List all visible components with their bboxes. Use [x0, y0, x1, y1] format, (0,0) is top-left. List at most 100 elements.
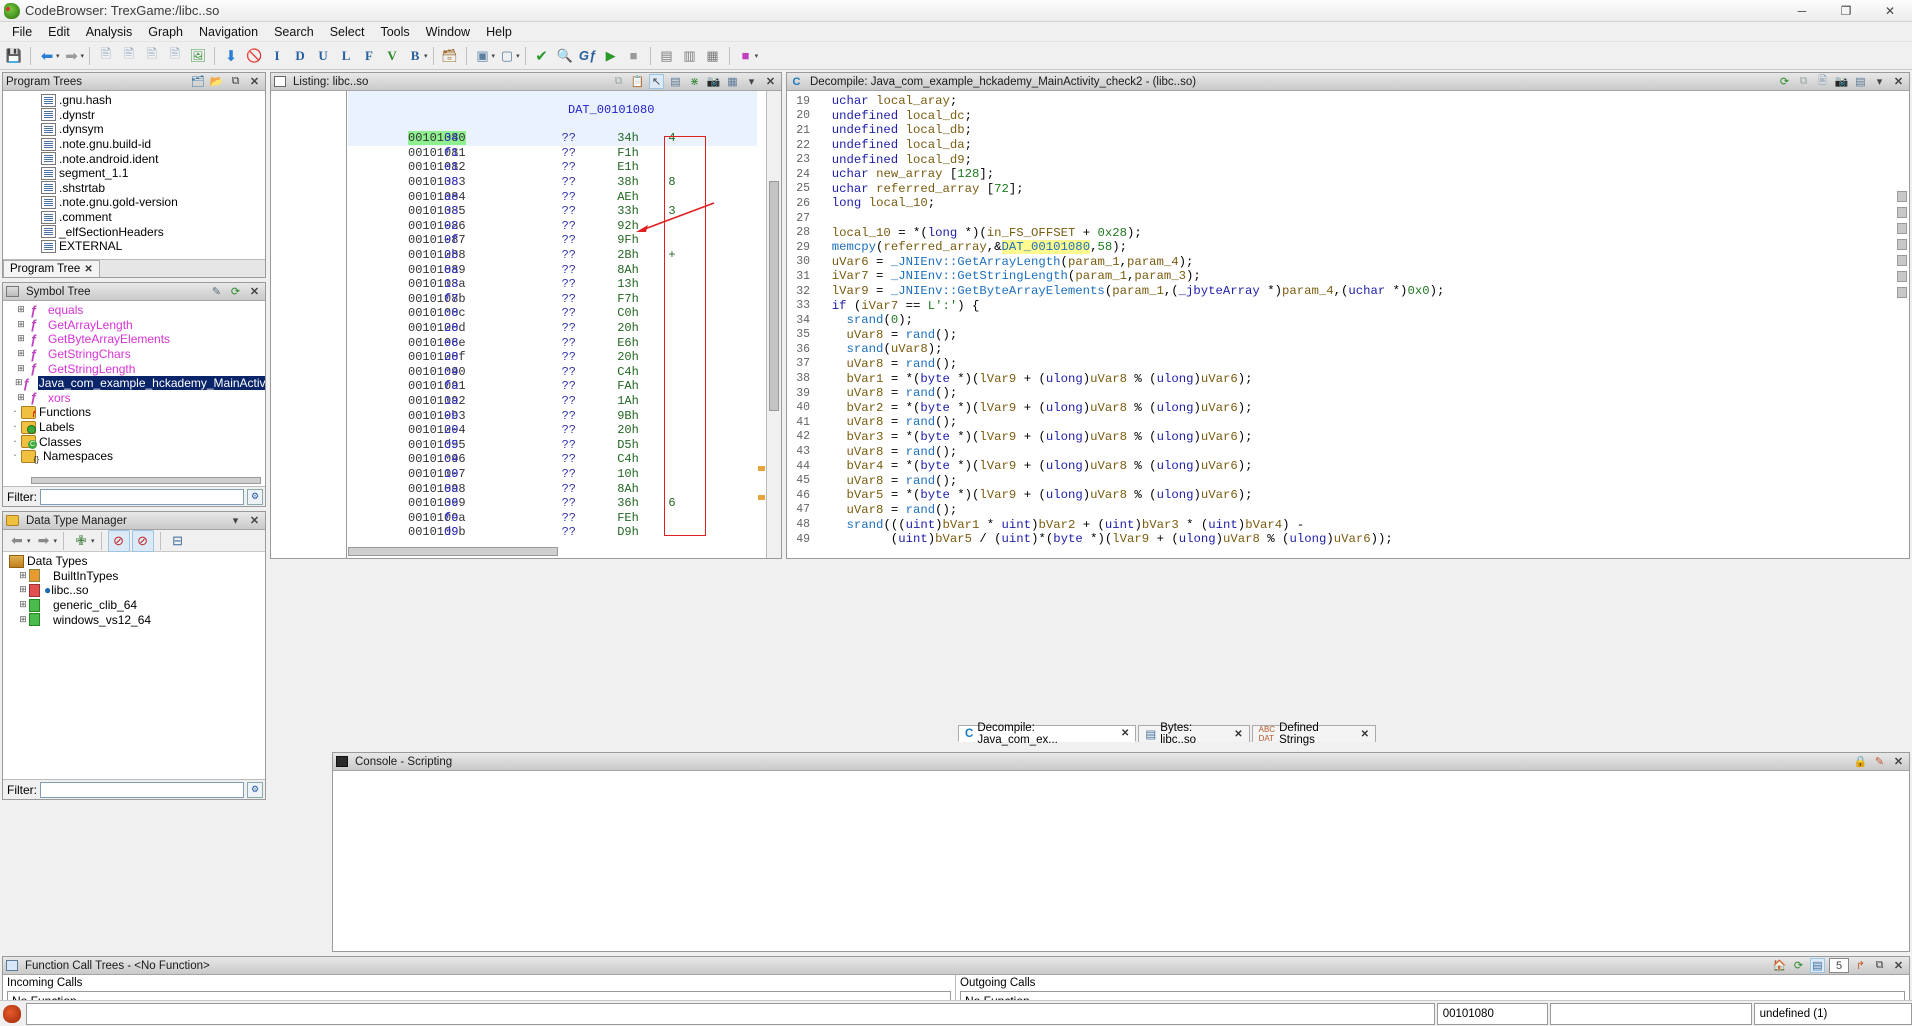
variable-icon[interactable]: V — [381, 45, 403, 67]
listing-rows[interactable]: 00101080 34?? 34h 4 00101081 f1?? F1h 00101082 e… — [348, 131, 757, 540]
listing-row[interactable]: 0010108c c0?? C0h — [348, 306, 757, 321]
decompiler-vscrollbar-segment[interactable] — [1897, 239, 1907, 250]
data-type-filter-input[interactable] — [40, 781, 244, 798]
menu-window[interactable]: Window — [418, 23, 478, 41]
dropdown-menu-icon[interactable]: ▾ — [228, 513, 243, 528]
snapshot-icon[interactable]: 📷 — [706, 74, 721, 89]
data-type-archive-libc[interactable]: ⊞ ● libc..so — [5, 583, 265, 598]
listing-row[interactable]: 00101096 c4?? C4h — [348, 452, 757, 467]
color-dropdown-icon[interactable]: ▾ — [755, 52, 759, 60]
decompiler-line[interactable]: 39 uVar8 = rand(); — [787, 386, 1909, 401]
decompiler-line[interactable]: 33 if (iVar7 == L':') { — [787, 298, 1909, 313]
program-tree-item[interactable]: .note.android.ident — [5, 151, 265, 166]
expand-icon[interactable]: ⊞ — [15, 305, 27, 315]
filter-pointers-icon[interactable]: ⊘ — [107, 529, 130, 552]
program-tree[interactable]: .gnu.hash .dynstr .dynsym .note.gnu.buil… — [3, 91, 265, 254]
decompiler-line[interactable]: 34 srand(0); — [787, 313, 1909, 328]
symbol-tree-item-namespaces[interactable]: · Namespaces — [5, 449, 265, 464]
undock-icon[interactable]: ⧉ — [228, 74, 243, 89]
expand-icon[interactable]: · — [9, 451, 21, 461]
listing-row[interactable]: 00101080 34?? 34h 4 — [348, 131, 757, 146]
data-icon[interactable]: D — [289, 45, 311, 67]
decompiler-line[interactable]: 46 bVar5 = *(byte *)(lVar9 + (ulong)uVar… — [787, 488, 1909, 503]
expand-icon[interactable]: ⊞ — [15, 334, 27, 344]
decompiler-line[interactable]: 43 uVar8 = rand(); — [787, 444, 1909, 459]
copy-icon[interactable]: ⧉ — [1796, 74, 1811, 89]
back-dropdown-icon[interactable]: ▾ — [27, 537, 31, 545]
close-icon[interactable]: ✕ — [1891, 754, 1906, 769]
tab-decompile[interactable]: C Decompile: Java_com_ex... ✕ — [958, 722, 1137, 746]
bytes-icon[interactable]: B — [404, 45, 426, 67]
decompiler-line[interactable]: 45 uVar8 = rand(); — [787, 473, 1909, 488]
listing-row[interactable]: 00101088 2b?? 2Bh + — [348, 248, 757, 263]
collapse-all-icon[interactable]: ⊟ — [167, 530, 189, 552]
data-type-archive-windows-vs12-64[interactable]: ⊞ windows_vs12_64 — [5, 612, 265, 627]
select-block-icon[interactable]: ▣ — [472, 45, 494, 67]
program-tree-item[interactable]: segment_1.1 — [5, 166, 265, 181]
edit-icon[interactable]: ✎ — [209, 284, 224, 299]
program-tree-item[interactable]: .comment — [5, 210, 265, 225]
forward-arrow-icon[interactable]: ➡ — [61, 45, 83, 67]
window-new-icon[interactable]: ▦ — [702, 45, 724, 67]
go-to-prev-diff-icon[interactable]: 🖹 — [95, 45, 117, 67]
decompiler-line[interactable]: 30 uVar6 = _JNIEnv::GetArrayLength(param… — [787, 255, 1909, 270]
data-type-manager-body[interactable]: Data Types ⊞ BuiltInTypes ⊞ ● libc..so ⊞… — [3, 552, 265, 779]
lock-icon[interactable]: 🔒 — [1853, 754, 1868, 769]
decompiler-line[interactable]: 38 bVar1 = *(byte *)(lVar9 + (ulong)uVar… — [787, 371, 1909, 386]
decompiler-line[interactable]: 27 — [787, 211, 1909, 226]
decompiler-vscrollbar[interactable] — [1895, 91, 1909, 558]
menu-select[interactable]: Select — [322, 23, 373, 41]
listing-hscrollbar[interactable] — [348, 547, 558, 556]
symbol-tree-item-check2[interactable]: ⊞ ƒ Java_com_example_hckademy_MainActivi… — [5, 376, 265, 391]
tab-bytes[interactable]: ▤ Bytes: libc..so ✕ — [1138, 722, 1250, 746]
expand-icon[interactable]: ⊞ — [17, 585, 29, 595]
program-tree-item[interactable]: .note.gnu.build-id — [5, 137, 265, 152]
create-datatype-icon[interactable]: ✙ — [70, 530, 92, 552]
new-tree-icon[interactable]: 🗂 — [190, 74, 205, 89]
undock-icon[interactable]: ⧉ — [1872, 958, 1887, 973]
decompiler-line[interactable]: 40 bVar2 = *(byte *)(lVar9 + (ulong)uVar… — [787, 400, 1909, 415]
program-tree-item[interactable]: EXTERNAL — [5, 239, 265, 254]
function-icon[interactable]: F — [358, 45, 380, 67]
listing-row[interactable]: 00101086 92?? 92h — [348, 219, 757, 234]
decompiler-line[interactable]: 26 long local_10; — [787, 196, 1909, 211]
expand-icon[interactable]: · — [9, 422, 21, 432]
archive-icon[interactable]: 🗃 — [439, 45, 461, 67]
window-tile-icon[interactable]: ▤ — [656, 45, 678, 67]
forward-dropdown-icon[interactable]: ▾ — [81, 52, 85, 60]
listing-row[interactable]: 0010108e e6?? E6h — [348, 335, 757, 350]
decompiler-vscrollbar-segment[interactable] — [1897, 223, 1907, 234]
close-button[interactable]: ✕ — [1868, 0, 1912, 22]
listing-row[interactable]: 00101095 d5?? D5h — [348, 437, 757, 452]
symbol-tree-item-xors[interactable]: ⊞ ƒ xors — [5, 390, 265, 405]
close-icon[interactable]: ✕ — [1361, 729, 1369, 740]
refresh-icon[interactable]: ⟳ — [228, 284, 243, 299]
listing-code-area[interactable]: DAT_00101080 00101080 34?? 34h 4 00101081 f1?… — [348, 91, 757, 558]
listing-row[interactable]: 00101085 33?? 33h 3 — [348, 204, 757, 219]
snapshot-next-icon[interactable]: 🖹 — [164, 45, 186, 67]
listing-row[interactable]: 00101087 9f?? 9Fh — [348, 233, 757, 248]
bytes-dropdown-icon[interactable]: ▾ — [424, 52, 428, 60]
tab-defined-strings[interactable]: ABC DAT Defined Strings ✕ — [1251, 722, 1377, 746]
listing-vscrollbar[interactable] — [766, 91, 781, 558]
program-tree-item[interactable]: .gnu.hash — [5, 93, 265, 108]
home-icon[interactable]: 🏠 — [1772, 958, 1787, 973]
select-dropdown-icon[interactable]: ▾ — [492, 52, 496, 60]
clear-flow-icon[interactable]: 🚫 — [243, 45, 265, 67]
close-icon[interactable]: ✕ — [247, 284, 262, 299]
close-icon[interactable]: ✕ — [1891, 958, 1906, 973]
symbol-tree-item-functions[interactable]: · Functions — [5, 405, 265, 420]
listing-row[interactable]: 0010108d 20?? 20h — [348, 321, 757, 336]
options-icon[interactable]: ▤ — [1853, 74, 1868, 89]
decompiler-vscrollbar-segment[interactable] — [1897, 207, 1907, 218]
symbol-tree-item-getstringlength[interactable]: ⊞ ƒ GetStringLength — [5, 361, 265, 376]
program-tree-item[interactable]: .shstrtab — [5, 181, 265, 196]
window-cascade-icon[interactable]: ▥ — [679, 45, 701, 67]
export-icon[interactable]: 🖹 — [1815, 74, 1830, 89]
program-diff-icon[interactable]: 🖼 — [187, 45, 209, 67]
decompiler-line[interactable]: 49 (uint)bVar5 / (uint)*(byte *)(lVar9 +… — [787, 532, 1909, 547]
program-trees-body[interactable]: .gnu.hash .dynstr .dynsym .note.gnu.buil… — [3, 91, 265, 259]
filter-options-icon[interactable]: ⚙ — [247, 488, 263, 505]
refresh-icon[interactable]: ⟳ — [1777, 74, 1792, 89]
select-complement-icon[interactable]: ▢ — [496, 45, 518, 67]
